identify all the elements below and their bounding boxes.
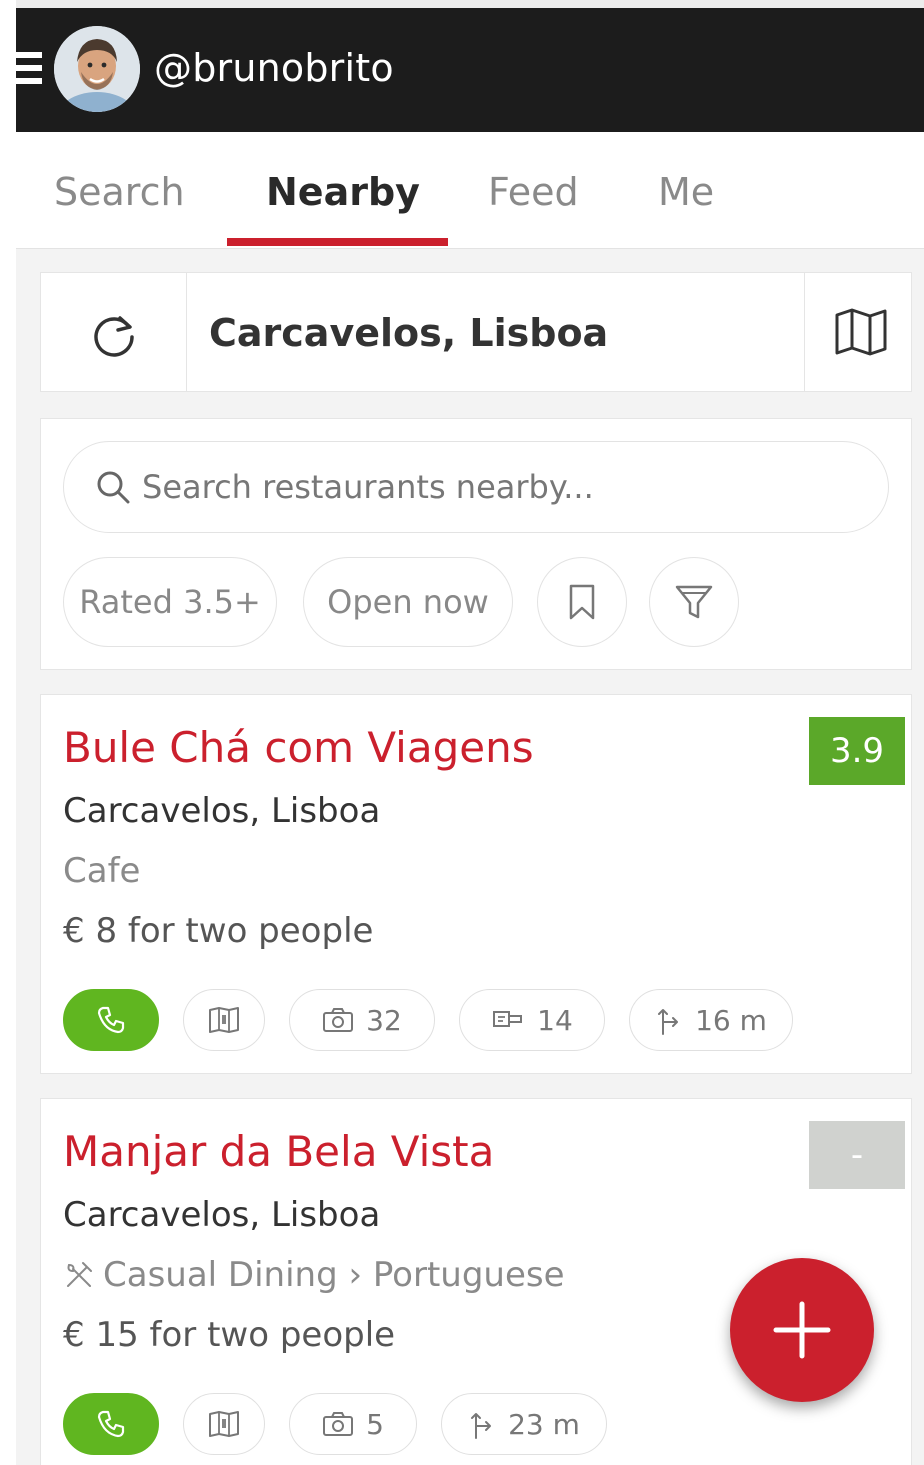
tab-me[interactable]: Me bbox=[658, 170, 714, 214]
photos-button[interactable]: 32 bbox=[289, 989, 435, 1051]
location-bar: Carcavelos, Lisboa bbox=[40, 272, 912, 392]
filter-icon bbox=[675, 585, 713, 619]
filter-rated-chip[interactable]: Rated 3.5+ bbox=[63, 557, 277, 647]
tab-search[interactable]: Search bbox=[54, 170, 185, 214]
restaurant-cost: € 8 for two people bbox=[63, 911, 374, 951]
camera-icon bbox=[323, 1008, 354, 1032]
restaurant-location: Carcavelos, Lisboa bbox=[63, 1195, 381, 1235]
phone-icon bbox=[97, 1006, 125, 1034]
tab-nearby[interactable]: Nearby bbox=[266, 170, 420, 214]
tab-feed[interactable]: Feed bbox=[488, 170, 579, 214]
restaurant-type-row: Casual Dining › Portuguese bbox=[63, 1255, 565, 1295]
filter-open-now-chip[interactable]: Open now bbox=[303, 557, 513, 647]
directions-icon bbox=[471, 1413, 492, 1439]
menu-book-icon bbox=[209, 1411, 239, 1437]
review-icon bbox=[493, 1011, 523, 1027]
hamburger-icon[interactable] bbox=[16, 52, 42, 90]
call-button[interactable] bbox=[63, 989, 159, 1051]
location-text[interactable]: Carcavelos, Lisboa bbox=[209, 311, 608, 355]
top-bar: @brunobrito bbox=[16, 8, 924, 132]
restaurant-location: Carcavelos, Lisboa bbox=[63, 791, 381, 831]
filter-button[interactable] bbox=[649, 557, 739, 647]
username[interactable]: @brunobrito bbox=[154, 46, 394, 90]
map-button[interactable] bbox=[804, 273, 911, 391]
plus-icon bbox=[773, 1301, 831, 1359]
window-edge bbox=[0, 0, 16, 1465]
map-icon bbox=[835, 308, 887, 356]
search-filter-panel: Search restaurants nearby... Rated 3.5+ … bbox=[40, 418, 912, 670]
refresh-button[interactable] bbox=[41, 273, 187, 391]
search-placeholder: Search restaurants nearby... bbox=[142, 468, 594, 506]
directions-button[interactable]: 16 m bbox=[629, 989, 793, 1051]
directions-button[interactable]: 23 m bbox=[441, 1393, 607, 1455]
tab-bar: Search Nearby Feed Me bbox=[16, 132, 924, 249]
restaurant-cost: € 15 for two people bbox=[63, 1315, 396, 1355]
search-icon bbox=[97, 471, 130, 504]
menu-button[interactable] bbox=[183, 989, 265, 1051]
menu-book-icon bbox=[209, 1007, 239, 1033]
add-fab-button[interactable] bbox=[730, 1258, 874, 1402]
camera-icon bbox=[323, 1412, 354, 1436]
phone-icon bbox=[97, 1410, 125, 1438]
reviews-count: 14 bbox=[537, 1003, 573, 1037]
rating-badge: - bbox=[809, 1121, 905, 1189]
reviews-button[interactable]: 14 bbox=[459, 989, 605, 1051]
photos-count: 32 bbox=[366, 1003, 402, 1037]
directions-icon bbox=[658, 1009, 679, 1035]
distance-label: 16 m bbox=[695, 1003, 767, 1037]
restaurant-card[interactable]: Bule Chá com Viagens 3.9 Carcavelos, Lis… bbox=[40, 694, 912, 1074]
restaurant-type: Casual Dining › Portuguese bbox=[103, 1255, 565, 1295]
bookmark-icon bbox=[569, 584, 595, 620]
photos-count: 5 bbox=[366, 1407, 384, 1441]
call-button[interactable] bbox=[63, 1393, 159, 1455]
bookmark-filter-button[interactable] bbox=[537, 557, 627, 647]
avatar[interactable] bbox=[54, 26, 140, 112]
active-tab-indicator bbox=[227, 238, 448, 246]
cutlery-icon bbox=[67, 1262, 92, 1287]
app-root: @brunobrito Search Nearby Feed Me Carcav… bbox=[16, 8, 924, 1465]
restaurant-name[interactable]: Bule Chá com Viagens bbox=[63, 723, 534, 772]
search-input[interactable]: Search restaurants nearby... bbox=[63, 441, 889, 533]
rating-badge: 3.9 bbox=[809, 717, 905, 785]
restaurant-name[interactable]: Manjar da Bela Vista bbox=[63, 1127, 494, 1176]
menu-button[interactable] bbox=[183, 1393, 265, 1455]
distance-label: 23 m bbox=[508, 1407, 580, 1441]
photos-button[interactable]: 5 bbox=[289, 1393, 417, 1455]
refresh-icon bbox=[94, 316, 134, 357]
restaurant-type: Cafe bbox=[63, 851, 141, 891]
